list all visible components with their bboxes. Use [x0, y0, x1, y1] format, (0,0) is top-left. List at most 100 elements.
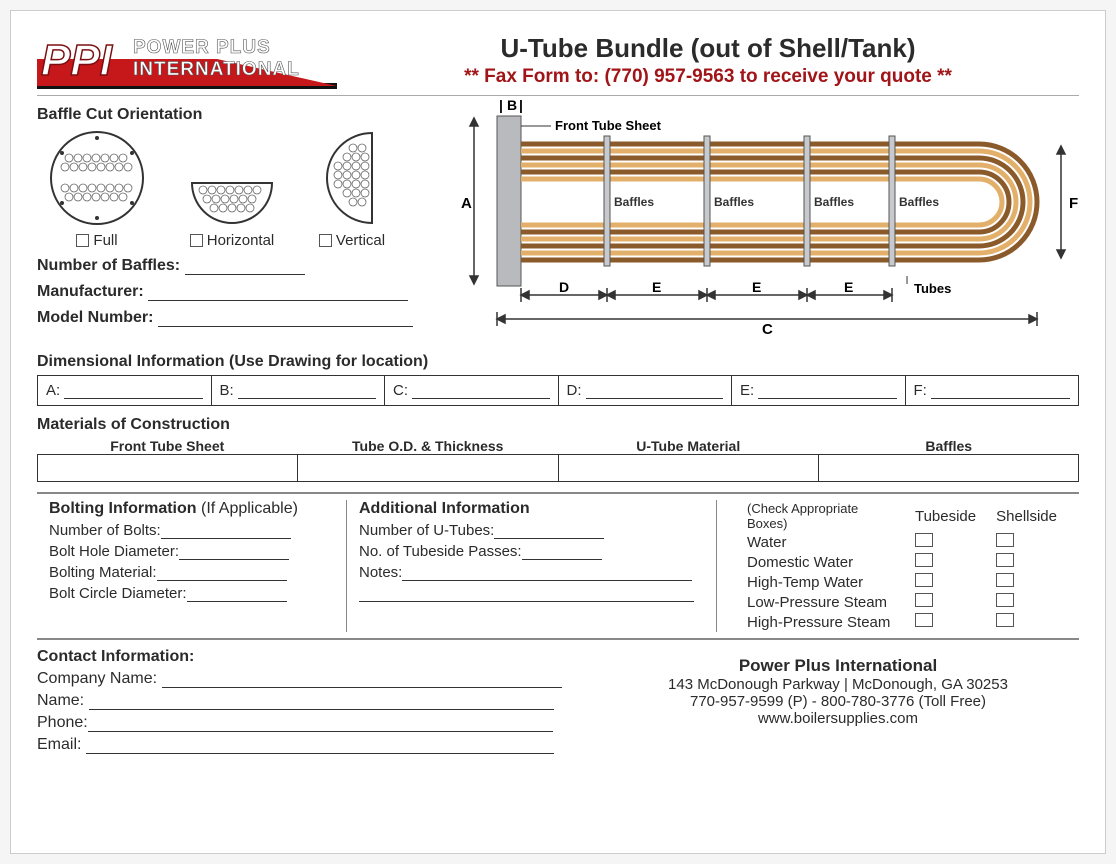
mat-front-input[interactable]: [38, 455, 298, 481]
dim-E-input[interactable]: [758, 383, 896, 399]
highpress-label: High-Pressure Steam: [737, 612, 905, 632]
bolt-circle-label: Bolt Circle Diameter:: [49, 585, 187, 602]
num-utubes-input[interactable]: [494, 523, 604, 539]
company-input[interactable]: [162, 672, 562, 688]
svg-text:Tubes: Tubes: [914, 281, 951, 296]
baffle-options: Full Horizontal: [47, 128, 459, 249]
checks-hint: (Check Appropriate Boxes): [737, 500, 905, 532]
hightemp-label: High-Temp Water: [737, 572, 905, 592]
dim-C: C:: [385, 376, 559, 405]
hightemp-tubeside-checkbox[interactable]: [915, 573, 933, 587]
diagram: | B | Front Tube Sheet Baffl: [459, 96, 1079, 351]
notes-label: Notes:: [359, 564, 402, 581]
model-number-input[interactable]: [158, 311, 413, 327]
num-baffles-label: Number of Baffles:: [37, 257, 180, 274]
passes-label: No. of Tubeside Passes:: [359, 543, 522, 560]
lowpress-tubeside-checkbox[interactable]: [915, 593, 933, 607]
manufacturer-input[interactable]: [148, 285, 408, 301]
name-input[interactable]: [89, 694, 554, 710]
mat-utube-input[interactable]: [559, 455, 819, 481]
passes-input[interactable]: [522, 544, 602, 560]
highpress-tubeside-checkbox[interactable]: [915, 613, 933, 627]
num-utubes-label: Number of U-Tubes:: [359, 522, 494, 539]
mat-col-utube: U-Tube Material: [558, 438, 819, 454]
email-label: Email:: [37, 736, 81, 753]
svg-text:Baffles: Baffles: [714, 195, 754, 209]
lowpress-label: Low-Pressure Steam: [737, 592, 905, 612]
water-shellside-checkbox[interactable]: [996, 533, 1014, 547]
num-baffles-input[interactable]: [185, 259, 305, 275]
materials-table: [37, 454, 1079, 482]
fax-line: ** Fax Form to: (770) 957-9563 to receiv…: [337, 66, 1079, 88]
mat-baffles-input[interactable]: [819, 455, 1078, 481]
dim-F-input[interactable]: [931, 383, 1070, 399]
bolt-circle-input[interactable]: [187, 586, 287, 602]
phone-label: Phone:: [37, 714, 88, 731]
baffle-horizontal-icon: [187, 138, 277, 228]
hightemp-shellside-checkbox[interactable]: [996, 573, 1014, 587]
mat-col-front: Front Tube Sheet: [37, 438, 298, 454]
dimensional-table: A: B: C: D: E: F:: [37, 375, 1079, 406]
bolt-hole-input[interactable]: [179, 544, 289, 560]
bolting-column: Bolting Information (If Applicable) Numb…: [37, 500, 347, 632]
full-label: Full: [93, 232, 117, 249]
baffle-full: Full: [47, 128, 147, 249]
dimensional-heading: Dimensional Information (Use Drawing for…: [37, 353, 1079, 371]
svg-text:D: D: [559, 279, 569, 295]
lowpress-shellside-checkbox[interactable]: [996, 593, 1014, 607]
horizontal-label: Horizontal: [207, 232, 275, 249]
dim-C-input[interactable]: [412, 383, 550, 399]
header: PPI POWER PLUS INTERNATIONAL U-Tube Bund…: [37, 29, 1079, 96]
mat-col-tubeod: Tube O.D. & Thickness: [298, 438, 559, 454]
additional-heading: Additional Information: [359, 500, 704, 518]
svg-text:Baffles: Baffles: [814, 195, 854, 209]
checkbox-vertical[interactable]: [319, 234, 332, 247]
bolting-heading: Bolting Information: [49, 500, 197, 517]
materials-heading: Materials of Construction: [37, 416, 1079, 434]
num-bolts-label: Number of Bolts:: [49, 522, 161, 539]
svg-text:|: |: [519, 97, 523, 113]
checkbox-horizontal[interactable]: [190, 234, 203, 247]
bolt-mat-input[interactable]: [157, 565, 287, 581]
footer-phone: 770-957-9599 (P) - 800-780-3776 (Toll Fr…: [597, 693, 1079, 710]
num-bolts-input[interactable]: [161, 523, 291, 539]
dim-E: E:: [732, 376, 906, 405]
baffle-vertical-icon: [317, 128, 387, 228]
vertical-label: Vertical: [336, 232, 385, 249]
baffle-area: Baffle Cut Orientation: [37, 96, 459, 351]
water-tubeside-checkbox[interactable]: [915, 533, 933, 547]
baffle-horizontal: Horizontal: [187, 138, 277, 249]
water-label: Water: [737, 532, 905, 552]
checkbox-full[interactable]: [76, 234, 89, 247]
dim-D-input[interactable]: [586, 383, 724, 399]
footer-addr: 143 McDonough Parkway | McDonough, GA 30…: [597, 676, 1079, 693]
logo-line1: POWER PLUS: [133, 37, 271, 58]
logo: PPI POWER PLUS INTERNATIONAL: [37, 29, 337, 93]
domestic-label: Domestic Water: [737, 552, 905, 572]
svg-text:F: F: [1069, 195, 1078, 212]
svg-text:|: |: [499, 97, 503, 113]
phone-input[interactable]: [88, 716, 553, 732]
tubeside-header: Tubeside: [905, 500, 986, 532]
dim-B-input[interactable]: [238, 383, 376, 399]
email-input[interactable]: [86, 738, 554, 754]
dim-A-input[interactable]: [64, 383, 202, 399]
logo-line2: INTERNATIONAL: [133, 59, 300, 80]
checks-column: (Check Appropriate Boxes) Tubeside Shell…: [717, 500, 1079, 632]
domestic-tubeside-checkbox[interactable]: [915, 553, 933, 567]
baffle-vertical: Vertical: [317, 128, 387, 249]
company-label: Company Name:: [37, 670, 157, 687]
domestic-shellside-checkbox[interactable]: [996, 553, 1014, 567]
highpress-shellside-checkbox[interactable]: [996, 613, 1014, 627]
contact-heading: Contact Information:: [37, 648, 597, 666]
dim-A: A:: [38, 376, 212, 405]
shellside-header: Shellside: [986, 500, 1067, 532]
notes-input-2[interactable]: [359, 586, 694, 602]
checks-table: (Check Appropriate Boxes) Tubeside Shell…: [737, 500, 1067, 632]
bolt-hole-label: Bolt Hole Diameter:: [49, 543, 179, 560]
svg-text:C: C: [762, 321, 773, 338]
mat-tubeod-input[interactable]: [298, 455, 558, 481]
logo-abbrev: PPI: [41, 36, 113, 85]
notes-input-1[interactable]: [402, 565, 692, 581]
contact-row: Contact Information: Company Name: Name:…: [37, 648, 1079, 758]
